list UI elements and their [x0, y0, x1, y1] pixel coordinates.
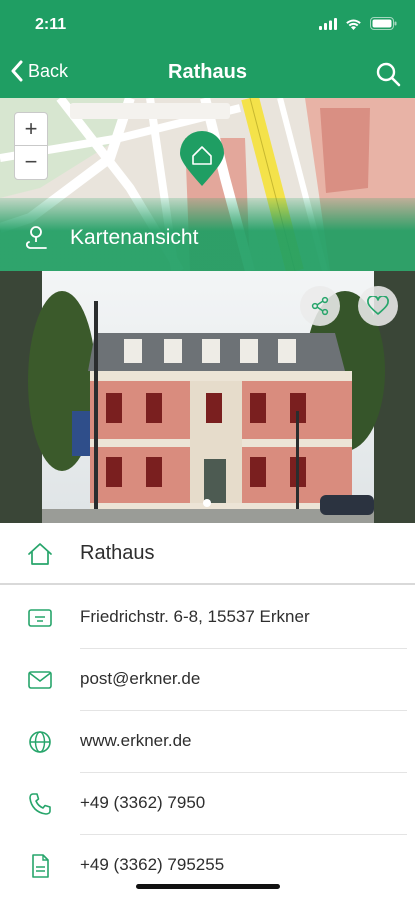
status-bar: 2:11 — [0, 0, 415, 50]
name-row: Rathaus — [0, 523, 415, 585]
globe-icon — [29, 731, 51, 753]
zoom-out-button[interactable]: − — [15, 146, 47, 179]
signal-icon — [319, 17, 337, 30]
wifi-icon — [346, 19, 361, 30]
phone-row[interactable]: +49 (3362) 7950 — [0, 773, 415, 835]
home-icon — [28, 543, 52, 565]
battery-icon — [370, 17, 397, 30]
address-row[interactable]: Friedrichstr. 6-8, 15537 Erkner — [0, 587, 415, 649]
zoom-in-button[interactable]: + — [15, 113, 47, 146]
building-photo[interactable] — [0, 271, 415, 523]
map-view-label: Kartenansicht — [70, 226, 199, 249]
phone-link[interactable]: +49 (3362) 7950 — [80, 793, 205, 813]
photo-image — [0, 271, 415, 523]
navigation-bar: Back Rathaus — [0, 50, 415, 98]
page-title: Rathaus — [168, 61, 247, 83]
address-text: Friedrichstr. 6-8, 15537 Erkner — [80, 607, 310, 626]
website-row[interactable]: www.erkner.de — [0, 711, 415, 773]
place-name: Rathaus — [80, 542, 155, 564]
map-pin-icon — [26, 226, 47, 249]
top-bar: 2:11 Back Rathaus — [0, 0, 415, 98]
status-icons — [319, 17, 397, 30]
status-time: 2:11 — [35, 16, 67, 33]
map-view-link[interactable]: Kartenansicht — [26, 225, 198, 251]
share-button[interactable] — [300, 286, 340, 326]
share-icon — [311, 296, 329, 316]
email-row[interactable]: post@erkner.de — [0, 649, 415, 711]
favorite-button[interactable] — [358, 286, 398, 326]
map-zoom-control: + − — [14, 112, 48, 180]
search-button[interactable] — [375, 61, 401, 92]
search-icon — [376, 62, 401, 87]
phone-icon — [29, 793, 51, 815]
mail-icon — [28, 671, 52, 689]
home-indicator[interactable] — [136, 884, 280, 889]
website-link[interactable]: www.erkner.de — [80, 731, 192, 751]
address-card-icon — [28, 609, 52, 627]
email-link[interactable]: post@erkner.de — [80, 669, 200, 689]
fax-text: +49 (3362) 795255 — [80, 855, 225, 874]
heart-icon — [367, 296, 389, 315]
document-icon — [32, 854, 49, 878]
